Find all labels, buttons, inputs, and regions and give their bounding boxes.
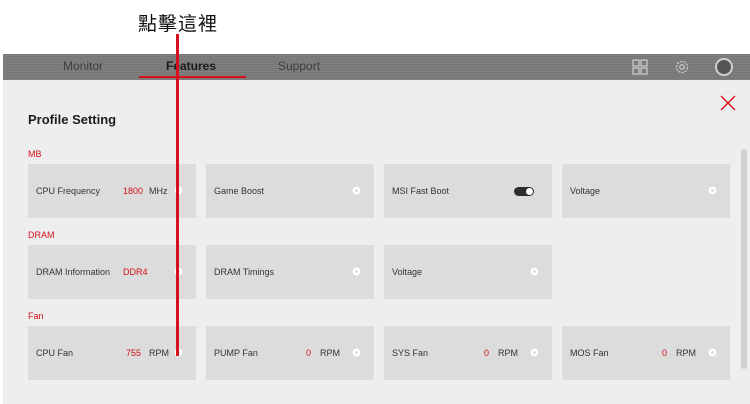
card-label: MOS Fan [570,348,609,358]
card-pump-fan[interactable]: PUMP Fan 0 RPM [206,326,374,380]
card-cpu-frequency[interactable]: CPU Frequency 1800 MHz [28,164,196,218]
vertical-scrollbar[interactable] [741,149,747,369]
card-cpu-fan[interactable]: CPU Fan 755 RPM [28,326,196,380]
gear-icon[interactable] [351,347,362,358]
sys-fan-unit: RPM [498,348,518,358]
panel-title: Profile Setting [28,112,117,127]
card-label: SYS Fan [392,348,429,358]
card-label: DRAM Information [36,267,111,277]
gear-icon[interactable] [673,58,691,76]
section-label-fan: Fan [28,311,44,321]
callout-pointer-line [176,34,179,356]
card-dram-timings[interactable]: DRAM Timings [206,245,374,299]
sys-fan-value: 0 [484,348,490,358]
tab-features[interactable]: Features [166,59,216,73]
tab-monitor[interactable]: Monitor [63,59,103,73]
card-mos-fan[interactable]: MOS Fan 0 RPM [562,326,730,380]
dram-information-value: DDR4 [123,267,148,277]
pump-fan-unit: RPM [320,348,340,358]
card-label: CPU Frequency [36,186,101,196]
card-label: Game Boost [214,186,265,196]
card-label: CPU Fan [36,348,74,358]
top-nav-bar: Monitor Features Support [3,54,750,80]
card-dram-information[interactable]: DRAM Information DDR4 [28,245,196,299]
tab-support[interactable]: Support [278,59,320,73]
mos-fan-value: 0 [662,348,668,358]
card-label: DRAM Timings [214,267,275,277]
section-label-dram: DRAM [28,230,55,240]
close-icon[interactable] [719,94,737,112]
avatar-icon[interactable] [715,58,733,76]
card-label: PUMP Fan [214,348,258,358]
toggle-knob [526,188,533,195]
cpu-frequency-unit: MHz [149,186,168,196]
gear-icon[interactable] [707,347,718,358]
card-dram-voltage[interactable]: Voltage [384,245,552,299]
card-msi-fast-boot[interactable]: MSI Fast Boot [384,164,552,218]
callout-label: 點擊這裡 [137,13,218,35]
card-label: Voltage [392,267,423,277]
card-label: MSI Fast Boot [392,186,450,196]
card-sys-fan[interactable]: SYS Fan 0 RPM [384,326,552,380]
cpu-frequency-value: 1800 [123,186,144,196]
app-window: Monitor Features Support Profile Setting… [3,54,750,404]
gear-icon[interactable] [351,185,362,196]
cpu-fan-unit: RPM [149,348,169,358]
card-label: Voltage [570,186,601,196]
mos-fan-unit: RPM [676,348,696,358]
pump-fan-value: 0 [306,348,312,358]
gear-icon[interactable] [707,185,718,196]
card-mb-voltage[interactable]: Voltage [562,164,730,218]
grid-icon[interactable] [631,58,649,76]
cpu-fan-value: 755 [126,348,142,358]
gear-icon[interactable] [529,347,540,358]
gear-icon[interactable] [351,266,362,277]
card-game-boost[interactable]: Game Boost [206,164,374,218]
msi-fast-boot-toggle[interactable] [514,187,534,196]
active-tab-indicator [139,76,246,78]
section-label-mb: MB [28,149,42,159]
gear-icon[interactable] [529,266,540,277]
